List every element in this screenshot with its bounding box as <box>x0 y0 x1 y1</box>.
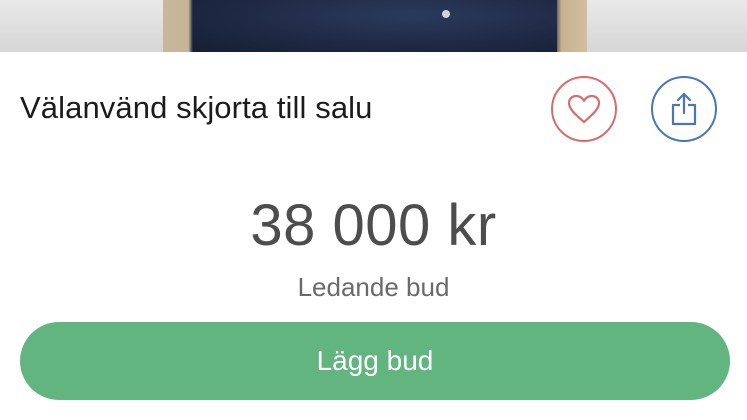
share-button[interactable] <box>651 76 717 142</box>
current-bid-amount: 38 000 kr <box>250 193 497 258</box>
heart-icon <box>567 94 601 124</box>
listing-title: Välanvänd skjorta till salu <box>20 90 373 125</box>
listing-card: Välanvänd skjorta till salu 38 000 kr Le… <box>0 52 747 420</box>
current-bid-label: Ledande bud <box>297 272 450 302</box>
shirt-button-detail <box>442 10 450 18</box>
shirt-image <box>193 0 557 52</box>
product-image <box>163 0 587 52</box>
share-icon <box>671 92 697 126</box>
favorite-button[interactable] <box>551 76 617 142</box>
place-bid-button[interactable]: Lägg bud <box>20 322 730 400</box>
listing-page: Välanvänd skjorta till salu 38 000 kr Le… <box>0 0 747 420</box>
product-photo[interactable] <box>0 0 747 52</box>
